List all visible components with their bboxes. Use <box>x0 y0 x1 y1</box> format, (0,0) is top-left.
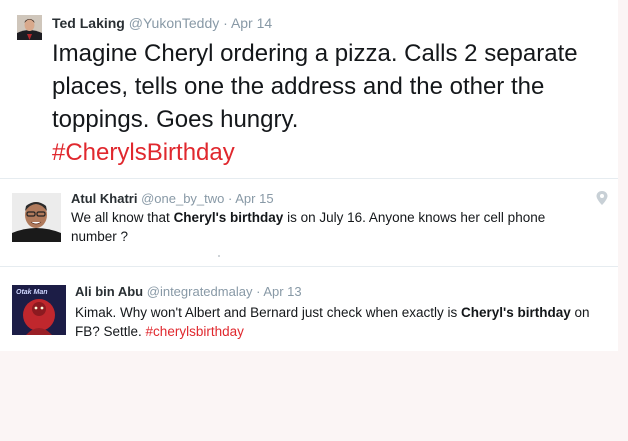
separator: · <box>223 15 228 31</box>
user-name[interactable]: Atul Khatri <box>71 191 137 206</box>
avatar-caption: Otak Man <box>16 289 48 296</box>
pin-icon <box>596 191 608 205</box>
tweet-text: Imagine Cheryl ordering a pizza. Calls 2… <box>52 37 612 169</box>
tweet-text: We all know that Cheryl's birthday is on… <box>71 208 561 246</box>
user-handle[interactable]: @YukonTeddy <box>129 15 220 31</box>
tweet-header: Ali bin Abu @integratedmalay · Apr 13 <box>75 284 302 299</box>
tweet-body-start: Kimak. Why won't Albert and Bernard just… <box>75 305 461 320</box>
tweet-card: Otak Man Ali bin Abu @integratedmalay · … <box>0 267 618 351</box>
tweet-body-start: We all know that <box>71 210 174 225</box>
hashtag-link[interactable]: #cherylsbirthday <box>146 324 244 339</box>
bold-phrase: Cheryl's birthday <box>461 305 571 320</box>
avatar[interactable] <box>12 193 61 242</box>
tweet-header: Ted Laking @YukonTeddy · Apr 14 <box>52 15 272 31</box>
avatar[interactable] <box>17 15 42 40</box>
bold-phrase: Cheryl's birthday <box>173 210 284 225</box>
avatar[interactable]: Otak Man <box>12 285 66 335</box>
tweet-date[interactable]: Apr 13 <box>263 284 301 299</box>
user-handle[interactable]: @one_by_two <box>141 191 224 206</box>
tweet-date[interactable]: Apr 15 <box>235 191 273 206</box>
user-name[interactable]: Ali bin Abu <box>75 284 143 299</box>
separator: · <box>256 284 261 299</box>
tweet-card: Ted Laking @YukonTeddy · Apr 14 Imagine … <box>0 0 618 179</box>
tweet-header: Atul Khatri @one_by_two · Apr 15 <box>71 191 274 206</box>
tweet-body: Imagine Cheryl ordering a pizza. Calls 2… <box>52 40 578 133</box>
separator: · <box>228 191 233 206</box>
divider-dot <box>218 255 220 257</box>
tweet-card: Atul Khatri @one_by_two · Apr 15 We all … <box>0 179 618 267</box>
user-handle[interactable]: @integratedmalay <box>147 284 253 299</box>
user-name[interactable]: Ted Laking <box>52 15 125 31</box>
tweet-text: Kimak. Why won't Albert and Bernard just… <box>75 303 595 341</box>
hashtag-link[interactable]: #CherylsBirthday <box>52 139 235 166</box>
tweet-date[interactable]: Apr 14 <box>231 15 272 31</box>
